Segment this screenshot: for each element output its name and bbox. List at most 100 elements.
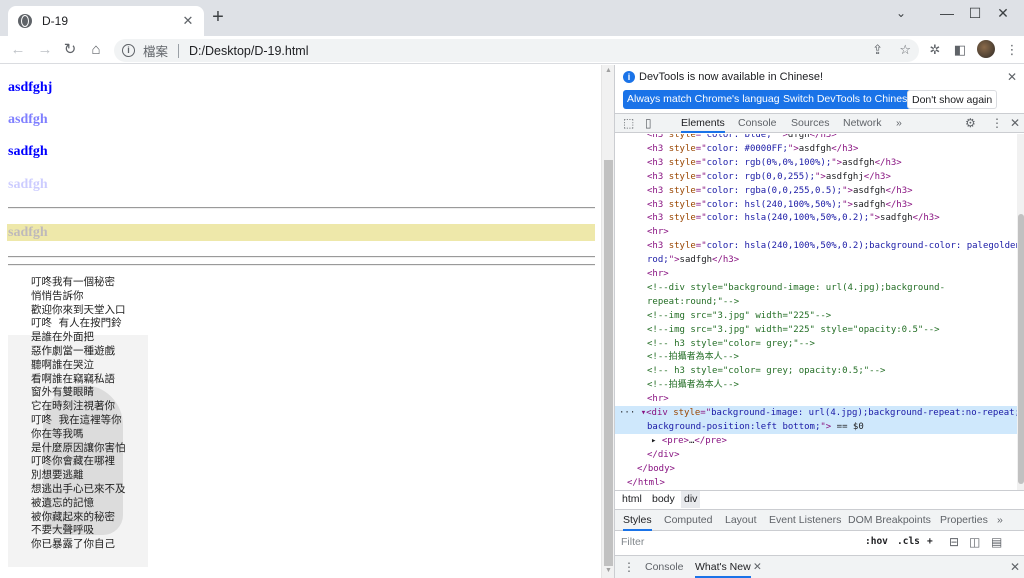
scroll-up-arrow[interactable]: ▲: [605, 67, 612, 74]
dom-tree-scrollbar[interactable]: [1017, 134, 1024, 496]
dom-node-line[interactable]: <hr>: [615, 392, 1017, 406]
selected-dom-node[interactable]: ··· ▾<div style="background-image: url(4…: [615, 406, 1017, 420]
bookmark-star-icon[interactable]: ☆: [899, 42, 911, 58]
element-state-icon[interactable]: ⊟: [949, 535, 959, 549]
dom-node-line[interactable]: <h3 style="color: rgb(0%,0%,100%);">asdf…: [615, 156, 1017, 170]
dom-node-line[interactable]: </body>: [615, 462, 1017, 476]
heading-1: asdfghj: [8, 80, 53, 95]
dom-node-line[interactable]: <h3 style="color: hsla(240,100%,50%,0.2)…: [615, 211, 1017, 225]
close-drawer-icon[interactable]: ✕: [1010, 560, 1020, 574]
dom-node-line[interactable]: rod;">sadfgh</h3>: [615, 253, 1017, 267]
drawer-tab-whats-new[interactable]: What's New: [695, 556, 751, 578]
tab-close-icon[interactable]: ✕: [180, 13, 196, 29]
dom-node-line[interactable]: <h3 style="color: rgba(0,0,255,0.5);">as…: [615, 184, 1017, 198]
more-options-icon[interactable]: ⋮: [991, 116, 1003, 130]
switch-to-chinese-button[interactable]: Switch DevTools to Chinese: [779, 90, 918, 109]
dom-node-line[interactable]: <!--拍攝者為本人-->: [615, 378, 1017, 392]
tab-event-listeners[interactable]: Event Listeners: [769, 510, 841, 531]
device-toolbar-icon[interactable]: ▯: [645, 116, 652, 130]
tab-elements[interactable]: Elements: [681, 114, 725, 133]
browser-tab[interactable]: D-19 ✕: [8, 6, 204, 36]
dom-node-line[interactable]: </div>: [615, 448, 1017, 462]
dom-node-line[interactable]: <hr>: [615, 267, 1017, 281]
tab-console[interactable]: Console: [738, 114, 777, 133]
tab-styles[interactable]: Styles: [623, 510, 652, 531]
selected-dom-node[interactable]: background-position:left bottom;"> == $0: [615, 419, 1017, 434]
forward-button[interactable]: →: [35, 40, 55, 60]
scroll-down-arrow[interactable]: ▼: [605, 567, 612, 574]
tab-properties[interactable]: Properties: [940, 510, 988, 531]
address-bar[interactable]: i 檔案 D:/Desktop/D-19.html ⇪ ☆: [114, 39, 919, 62]
dom-node-line[interactable]: <h3 style="color: hsl(240,100%,50%);">sa…: [615, 198, 1017, 212]
dom-node-line[interactable]: repeat:round;"-->: [615, 295, 1017, 309]
url-text[interactable]: D:/Desktop/D-19.html: [189, 44, 308, 58]
avatar[interactable]: [977, 40, 995, 58]
dom-node-line[interactable]: <!-- h3 style="color= grey; opacity:0.5;…: [615, 364, 1017, 378]
tab-strip: D-19 ✕ + ⌄ — ☐ ✕: [0, 0, 1024, 36]
dom-tree-scroll-thumb[interactable]: [1018, 214, 1024, 484]
poem-line: 別想要逃離: [31, 469, 84, 482]
dom-node-line[interactable]: <hr>: [615, 225, 1017, 239]
home-button[interactable]: ⌂: [86, 40, 106, 60]
more-style-tabs-icon[interactable]: »: [997, 510, 1003, 531]
breadcrumb-html[interactable]: html: [619, 491, 645, 508]
inspect-element-icon[interactable]: ⬚: [623, 116, 634, 130]
toggle-sidebar-icon[interactable]: ▤: [991, 535, 1002, 549]
cls-button[interactable]: .cls: [897, 532, 920, 552]
drawer-tab-console[interactable]: Console: [645, 556, 684, 578]
close-window-button[interactable]: ✕: [980, 0, 1024, 28]
breadcrumb-div[interactable]: div: [681, 491, 701, 508]
menu-icon[interactable]: ⋮: [1003, 41, 1021, 59]
share-icon[interactable]: ⇪: [872, 42, 883, 58]
dom-node-line[interactable]: <!--img src="3.jpg" width="225"-->: [615, 309, 1017, 323]
page-scrollbar[interactable]: ▲ ▼: [601, 65, 614, 578]
tab-dom-breakpoints[interactable]: DOM Breakpoints: [848, 510, 931, 531]
side-panel-icon[interactable]: ◧: [951, 41, 969, 59]
breadcrumb-body[interactable]: body: [649, 491, 678, 508]
new-rule-button[interactable]: +: [927, 532, 933, 552]
page-viewport: asdfghj asdfgh sadfgh sadfgh sadfgh 叮咚我有…: [0, 65, 600, 578]
dom-tree[interactable]: <h3 style="color: blue; ">dfgh</h3> <h3 s…: [615, 134, 1017, 496]
new-tab-button[interactable]: +: [208, 7, 228, 28]
tab-computed[interactable]: Computed: [664, 510, 712, 531]
dont-show-again-button[interactable]: Don't show again: [907, 90, 998, 109]
dom-node-line[interactable]: <h3 style="color: blue; ">dfgh</h3>: [615, 134, 1017, 142]
filter-input[interactable]: Filter: [621, 532, 644, 552]
dom-node-line[interactable]: </html>: [615, 476, 1017, 490]
poem-line: 聽啊誰在哭泣: [31, 358, 94, 371]
dom-node-line[interactable]: <!--img src="3.jpg" width="225" style="o…: [615, 323, 1017, 337]
dom-node-line[interactable]: <!--拍攝者為本人-->: [615, 350, 1017, 364]
dom-node-line[interactable]: <h3 style="color: rgb(0,0,255);">asdfghj…: [615, 170, 1017, 184]
heading-4: sadfgh: [8, 177, 48, 192]
drawer-menu-icon[interactable]: ⋮: [623, 560, 635, 574]
poem-line: 叮咚 有人在按門鈴: [31, 317, 122, 330]
tab-network[interactable]: Network: [843, 114, 882, 133]
dom-node-line[interactable]: <!--div style="background-image: url(4.j…: [615, 281, 1017, 295]
file-scheme-label: 檔案: [143, 45, 169, 59]
hov-button[interactable]: :hov: [865, 532, 888, 552]
styles-filter-bar: Filter :hov .cls + ⊟ ◫ ▤: [615, 532, 1024, 552]
dom-node-line[interactable]: <h3 style="color: hsla(240,100%,50%,0.2)…: [615, 239, 1017, 253]
devtools-tabbar: ⬚ ▯ Elements Console Sources Network » ⚙…: [615, 113, 1024, 133]
poem-line: 想逃出手心已來不及: [31, 482, 126, 495]
page-scroll-thumb[interactable]: [604, 160, 613, 566]
always-match-language-button[interactable]: Always match Chrome's language: [623, 90, 790, 109]
tab-layout[interactable]: Layout: [725, 510, 757, 531]
extensions-icon[interactable]: ✲: [926, 41, 944, 59]
dom-node-line[interactable]: <h3 style="color: #0000FF;">asdfgh</h3>: [615, 142, 1017, 156]
poem-line: 被你藏起來的秘密: [31, 510, 115, 523]
tab-sources[interactable]: Sources: [791, 114, 830, 133]
drawer-tab-close-icon[interactable]: ✕: [753, 556, 762, 578]
more-tabs-icon[interactable]: »: [896, 114, 902, 133]
dom-node-line[interactable]: <!-- h3 style="color= grey;"-->: [615, 337, 1017, 351]
back-button[interactable]: ←: [8, 40, 28, 60]
dom-node-line[interactable]: ▸ <pre>…</pre>: [615, 434, 1017, 448]
chevron-down-icon[interactable]: ⌄: [878, 0, 924, 28]
close-devtools-icon[interactable]: ✕: [1010, 116, 1020, 130]
reload-button[interactable]: ↻: [60, 40, 80, 60]
computed-sidebar-icon[interactable]: ◫: [969, 535, 980, 549]
info-icon[interactable]: i: [122, 44, 135, 57]
poem-line: 叮咚我有一個秘密: [31, 276, 115, 288]
banner-close-icon[interactable]: ✕: [1007, 70, 1017, 84]
gear-icon[interactable]: ⚙: [965, 116, 976, 130]
